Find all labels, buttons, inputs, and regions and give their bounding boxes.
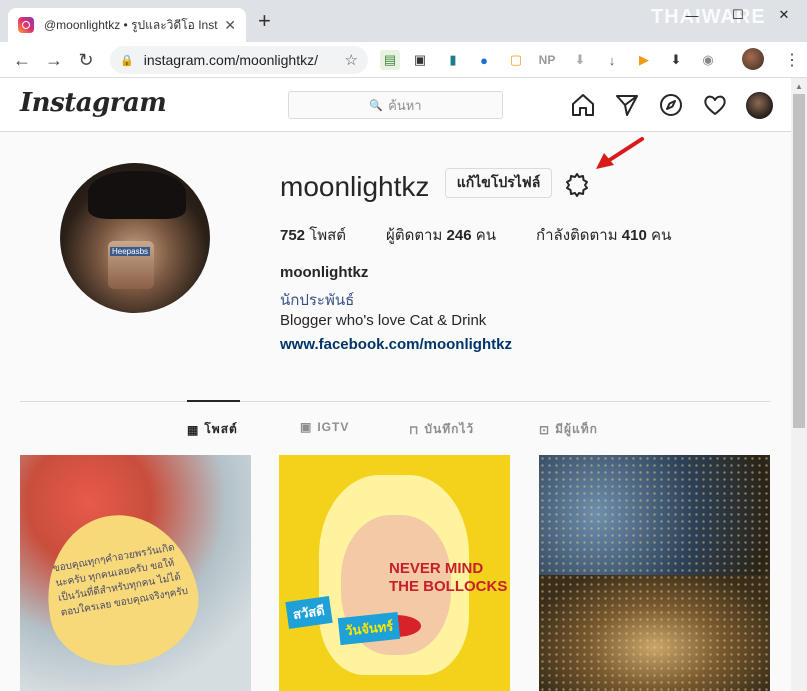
instagram-logo[interactable]: Instagram — [20, 88, 167, 118]
extension-np-icon[interactable]: NP — [537, 50, 557, 70]
url-text: instagram.com/moonlightkz/ — [143, 52, 318, 68]
instagram-header: Instagram 🔍 ค้นหา — [0, 78, 791, 132]
extension-image-icon[interactable]: ▣ — [410, 50, 430, 70]
profile-picture-label: Heepasbs — [110, 247, 151, 256]
instagram-favicon-icon — [18, 17, 34, 33]
reload-icon[interactable]: ↻ — [74, 48, 98, 72]
post-thumbnail[interactable]: ขอบคุณทุกๆคำอวยพรวันเกิดนะครับ ทุกคนเลยค… — [20, 455, 251, 691]
following-count: 410 — [621, 227, 647, 244]
search-input[interactable]: 🔍 ค้นหา — [288, 91, 503, 119]
edit-profile-button[interactable]: แก้ไขโปรไฟล์ — [445, 168, 552, 198]
extension-circle-download-icon[interactable]: ◉ — [698, 50, 718, 70]
back-arrow-icon[interactable]: ← — [10, 48, 34, 72]
forward-arrow-icon[interactable]: → — [42, 48, 66, 72]
extension-play-icon[interactable]: ▶ — [634, 50, 654, 70]
followers-label: ผู้ติดตาม — [386, 227, 443, 244]
browser-titlebar: @moonlightkz • รูปและวิดีโอ Instag ✕ + T… — [0, 0, 807, 42]
following-unit: คน — [650, 227, 672, 244]
explore-compass-icon[interactable] — [658, 92, 684, 118]
red-pointer-arrow-icon — [590, 133, 650, 173]
extension-download-icon[interactable]: ↓ — [602, 50, 622, 70]
browser-tab[interactable]: @moonlightkz • รูปและวิดีโอ Instag ✕ — [8, 8, 246, 42]
settings-gear-icon[interactable] — [564, 172, 590, 198]
tab-tagged-label: มีผู้แท็ก — [555, 422, 598, 436]
tagged-icon: ⊡ — [539, 422, 551, 437]
profile-picture-hat — [88, 171, 186, 219]
activity-heart-icon[interactable] — [702, 92, 728, 118]
scroll-up-arrow-icon[interactable]: ▲ — [795, 82, 803, 91]
bookmark-icon: ⊓ — [409, 422, 420, 437]
bio-link[interactable]: www.facebook.com/moonlightkz — [280, 336, 512, 353]
grid-icon: ▦ — [187, 422, 200, 437]
extension-chart-icon[interactable]: ▤ — [380, 50, 400, 70]
scrollbar-thumb[interactable] — [793, 94, 805, 428]
stat-posts[interactable]: 752 โพสต์ — [280, 223, 346, 247]
profile-stats: 752 โพสต์ ผู้ติดตาม 246 คน กำลังติดตาม 4… — [280, 223, 711, 247]
profile-picture[interactable]: Heepasbs — [60, 163, 210, 313]
search-placeholder: ค้นหา — [388, 97, 422, 113]
stat-followers[interactable]: ผู้ติดตาม 246 คน — [386, 223, 496, 247]
menu-dots-icon[interactable]: ⋮ — [784, 50, 800, 70]
lock-icon: 🔒 — [120, 54, 134, 67]
home-icon[interactable] — [570, 92, 596, 118]
profile-tabs: ▦ โพสต์ ▣ IGTV ⊓ บันทึกไว้ ⊡ มีผู้แท็ก — [0, 420, 791, 440]
tab-title: @moonlightkz • รูปและวิดีโอ Instag — [44, 17, 219, 32]
search-icon: 🔍 — [369, 99, 384, 112]
bookmark-star-icon[interactable]: ☆ — [345, 51, 358, 69]
following-label: กำลังติดตาม — [536, 227, 618, 244]
active-tab-indicator — [187, 400, 240, 402]
browser-toolbar: ← → ↻ 🔒 instagram.com/moonlightkz/ ☆ ▤ ▣… — [0, 42, 807, 78]
bio-text: Blogger who's love Cat & Drink — [280, 312, 487, 329]
minimize-icon[interactable]: — — [669, 0, 715, 30]
close-window-icon[interactable]: ✕ — [761, 0, 807, 30]
profile-divider — [20, 401, 770, 402]
window-controls: — ☐ ✕ — [669, 0, 807, 30]
followers-count: 246 — [446, 227, 472, 244]
address-bar[interactable]: 🔒 instagram.com/moonlightkz/ ☆ — [110, 46, 368, 74]
tab-saved-label: บันทึกไว้ — [424, 422, 475, 436]
instagram-page: Instagram 🔍 ค้นหา Heepasbs moonlightkz แ… — [0, 78, 791, 691]
direct-message-icon[interactable] — [614, 92, 640, 118]
tab-igtv-label: IGTV — [317, 420, 350, 434]
extension-arrow-down-icon[interactable]: ⬇ — [666, 50, 686, 70]
extension-globe-icon[interactable]: ● — [474, 50, 494, 70]
tab-posts[interactable]: ▦ โพสต์ — [187, 420, 238, 439]
igtv-icon: ▣ — [300, 420, 313, 434]
tab-saved[interactable]: ⊓ บันทึกไว้ — [409, 420, 474, 439]
bio-category: นักประพันธ์ — [280, 292, 355, 309]
post-leaves-texture — [539, 455, 770, 691]
post-pop-art-headline: NEVER MIND THE BOLLOCKS — [389, 560, 508, 595]
posts-count: 752 — [280, 227, 306, 244]
extension-folder-icon[interactable]: ▢ — [506, 50, 526, 70]
bio-name: moonlightkz — [280, 264, 369, 281]
new-tab-button[interactable]: + — [258, 10, 271, 32]
tab-igtv[interactable]: ▣ IGTV — [300, 420, 349, 434]
tab-posts-label: โพสต์ — [204, 422, 238, 436]
post-thumbnail[interactable] — [539, 455, 770, 691]
profile-username: moonlightkz — [280, 171, 430, 202]
followers-unit: คน — [475, 227, 497, 244]
extension-download-gray-icon[interactable]: ⬇ — [570, 50, 590, 70]
tab-tagged[interactable]: ⊡ มีผู้แท็ก — [539, 420, 598, 439]
maximize-icon[interactable]: ☐ — [715, 0, 761, 30]
extension-book-icon[interactable]: ▮ — [443, 50, 463, 70]
profile-avatar-small[interactable] — [746, 92, 773, 119]
post-thumbnail[interactable]: NEVER MIND THE BOLLOCKS สวัสดี วันจันทร์ — [279, 455, 510, 691]
profile-avatar-icon[interactable] — [742, 48, 764, 70]
posts-label: โพสต์ — [309, 227, 347, 244]
stat-following[interactable]: กำลังติดตาม 410 คน — [536, 223, 671, 247]
close-tab-icon[interactable]: ✕ — [224, 17, 236, 34]
